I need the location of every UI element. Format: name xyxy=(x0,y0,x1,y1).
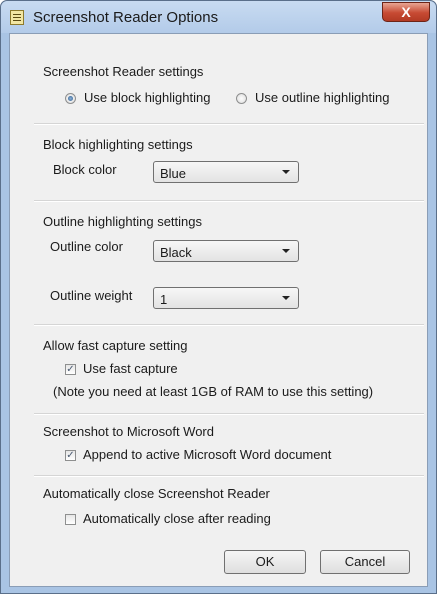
outline-weight-dropdown[interactable]: 1 xyxy=(153,287,299,309)
fast-capture-note: (Note you need at least 1GB of RAM to us… xyxy=(53,384,374,399)
separator xyxy=(34,475,424,477)
separator xyxy=(34,413,424,415)
auto-close-checkbox[interactable] xyxy=(65,514,76,525)
fast-capture-checkbox[interactable]: ✓ xyxy=(65,364,76,375)
append-word-label[interactable]: Append to active Microsoft Word document xyxy=(83,447,331,462)
notepad-icon xyxy=(10,10,24,25)
append-word-checkbox[interactable]: ✓ xyxy=(65,450,76,461)
window-title: Screenshot Reader Options xyxy=(33,9,219,26)
auto-close-label[interactable]: Automatically close after reading xyxy=(83,511,271,526)
dialog-body: Screenshot Reader settings Use block hig… xyxy=(9,33,428,587)
chevron-down-icon xyxy=(282,170,290,174)
word-heading: Screenshot to Microsoft Word xyxy=(43,424,214,439)
block-color-value: Blue xyxy=(160,166,187,181)
fast-capture-label[interactable]: Use fast capture xyxy=(83,361,178,376)
title-bar[interactable]: Screenshot Reader Options X xyxy=(1,1,436,33)
block-highlighting-radio[interactable] xyxy=(65,93,76,104)
reader-settings-heading: Screenshot Reader settings xyxy=(43,64,204,79)
ok-button[interactable]: OK xyxy=(224,550,306,574)
outline-highlighting-radio[interactable] xyxy=(236,93,247,104)
block-highlighting-label[interactable]: Use block highlighting xyxy=(84,90,210,105)
options-dialog: Screenshot Reader Options X Screenshot R… xyxy=(0,0,437,594)
close-button[interactable]: X xyxy=(382,2,430,22)
outline-color-label: Outline color xyxy=(50,239,123,254)
auto-close-heading: Automatically close Screenshot Reader xyxy=(43,486,270,501)
outline-color-dropdown[interactable]: Black xyxy=(153,240,299,262)
separator xyxy=(34,123,424,125)
chevron-down-icon xyxy=(282,296,290,300)
chevron-down-icon xyxy=(282,249,290,253)
block-color-dropdown[interactable]: Blue xyxy=(153,161,299,183)
separator xyxy=(34,200,424,202)
separator xyxy=(34,324,424,326)
outline-highlighting-label[interactable]: Use outline highlighting xyxy=(255,90,389,105)
block-settings-heading: Block highlighting settings xyxy=(43,137,193,152)
block-color-label: Block color xyxy=(53,162,117,177)
outline-weight-label: Outline weight xyxy=(50,288,133,303)
outline-weight-value: 1 xyxy=(160,292,168,307)
outline-color-value: Black xyxy=(160,245,192,260)
outline-settings-heading: Outline highlighting settings xyxy=(43,214,202,229)
cancel-button[interactable]: Cancel xyxy=(320,550,410,574)
fast-capture-heading: Allow fast capture setting xyxy=(43,338,188,353)
